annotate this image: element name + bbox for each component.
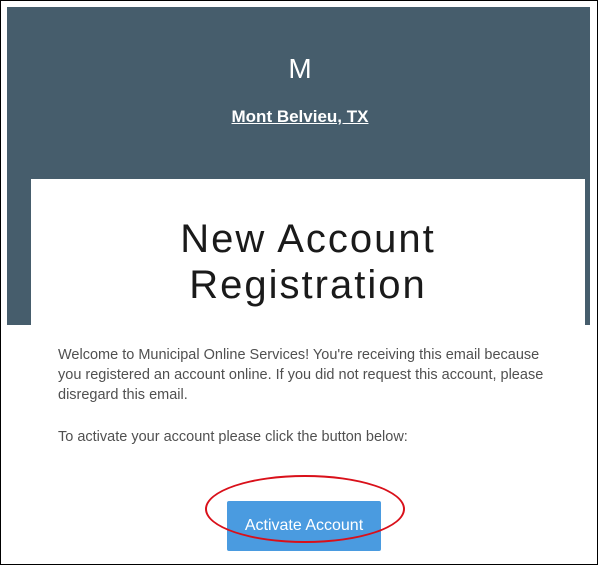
- welcome-paragraph: Welcome to Municipal Online Services! Yo…: [58, 347, 544, 403]
- activate-button-wrapper: Activate Account: [227, 501, 381, 551]
- instruction-paragraph: To activate your account please click th…: [58, 429, 408, 445]
- title-line-1: New Account: [180, 217, 436, 261]
- title-line-2: Registration: [189, 263, 427, 307]
- page-title: New Account Registration: [31, 216, 585, 308]
- organization-link[interactable]: Mont Belvieu, TX: [1, 107, 597, 127]
- registration-card: New Account Registration Welcome to Muni…: [31, 179, 585, 564]
- email-frame: M Mont Belvieu, TX New Account Registrat…: [0, 0, 598, 565]
- logo-letter: M: [288, 53, 312, 84]
- activate-account-button[interactable]: Activate Account: [227, 501, 381, 551]
